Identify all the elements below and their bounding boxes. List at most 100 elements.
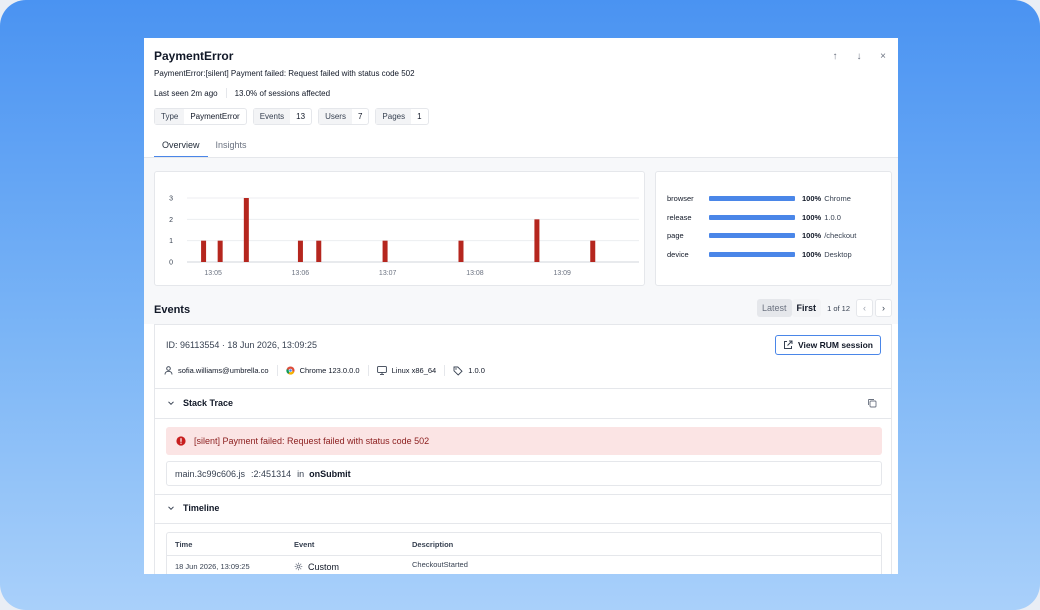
tag-percent: 100% xyxy=(802,194,822,203)
error-message-banner: [silent] Payment failed: Request failed … xyxy=(166,427,882,455)
tag-value: Chrome xyxy=(824,194,851,203)
latest-button[interactable]: Latest xyxy=(757,299,792,317)
sessions-affected: 13.0% of sessions affected xyxy=(234,88,331,98)
overview-section: 0 1 2 3 13:05 13:06 13:07 13:08 13:09 browser 10… xyxy=(144,158,898,292)
frame-location: :2:451314 xyxy=(251,468,292,479)
tab-overview[interactable]: Overview xyxy=(154,140,208,157)
tag-icon xyxy=(453,366,463,376)
chart-bar xyxy=(243,198,249,262)
context-browser: Chrome 123.0.0.0 xyxy=(285,366,360,375)
timeline-table: Time Event Description 18 Jun 2026, 13:0… xyxy=(166,532,882,574)
tag-percent: 100% xyxy=(802,250,822,259)
chart-bar xyxy=(297,240,303,262)
events-chart-card: 0 1 2 3 13:05 13:06 13:07 13:08 13:09 xyxy=(154,171,645,286)
chart-bar xyxy=(458,240,464,262)
tab-insights[interactable]: Insights xyxy=(208,140,255,157)
panel-controls: ↑ ↓ × xyxy=(830,51,888,62)
chevron-down-icon xyxy=(168,401,174,406)
prev-icon[interactable]: ‹ xyxy=(856,299,873,317)
x-tick-label: 13:08 xyxy=(466,270,484,277)
tag-key: release xyxy=(667,213,692,222)
user-icon xyxy=(164,366,173,375)
x-tick-label: 13:09 xyxy=(553,270,571,277)
chip-events: Events 13 xyxy=(252,108,313,125)
y-tick-label: 1 xyxy=(169,238,173,245)
close-icon[interactable]: × xyxy=(878,51,888,62)
chip-type: Type PaymentError xyxy=(154,108,247,125)
context-divider xyxy=(367,365,369,376)
chart-bar xyxy=(201,240,207,262)
event-pager: Latest First 1 of 12 ‹ › xyxy=(757,299,892,317)
tag-key: page xyxy=(667,231,684,240)
context-release: 1.0.0 xyxy=(453,366,485,376)
y-tick-label: 0 xyxy=(169,260,173,267)
table-row[interactable]: 18 Jun 2026, 13:09:25 Custom CheckoutSta… xyxy=(167,557,881,574)
event-id: ID: 96113554 · 18 Jun 2026, 13:09:25 xyxy=(166,340,317,350)
section-divider xyxy=(155,418,891,419)
background-frame: PaymentError PaymentError:[silent] Payme… xyxy=(0,0,1040,610)
arrow-down-icon[interactable]: ↓ xyxy=(854,51,864,62)
col-event: Event xyxy=(294,539,315,549)
tag-value: /checkout xyxy=(824,231,857,240)
alert-circle-icon xyxy=(176,436,186,446)
error-meta: Last seen 2m ago 13.0% of sessions affec… xyxy=(154,88,330,98)
row-event: Custom xyxy=(294,557,339,574)
context-os: Linux x86_64 xyxy=(376,366,436,375)
timeline-header-row: Time Event Description xyxy=(167,533,881,556)
next-icon[interactable]: › xyxy=(875,299,892,317)
chart-bar xyxy=(534,219,540,262)
error-subtitle: PaymentError:[silent] Payment failed: Re… xyxy=(154,69,415,78)
tag-bar xyxy=(709,215,795,220)
view-rum-session-label: View RUM session xyxy=(798,340,873,350)
event-context: sofia.williams@umbrella.co Chrome 123.0.… xyxy=(164,365,485,376)
col-time: Time xyxy=(175,539,193,549)
stack-frame[interactable]: main.3c99c606.js :2:451314 in onSubmit xyxy=(166,461,882,486)
event-card: ID: 96113554 · 18 Jun 2026, 13:09:25 Vie… xyxy=(154,324,892,574)
release-version: 1.0.0 xyxy=(468,366,485,375)
chip-value: 7 xyxy=(357,112,363,121)
error-detail-panel: PaymentError PaymentError:[silent] Payme… xyxy=(144,38,898,574)
stack-trace-toggle[interactable]: Stack Trace xyxy=(167,398,233,408)
context-user: sofia.williams@umbrella.co xyxy=(164,366,269,375)
events-histogram: 0 1 2 3 13:05 13:06 13:07 13:08 13:09 xyxy=(169,196,639,277)
tag-bar xyxy=(709,196,795,201)
tag-key: device xyxy=(667,250,689,259)
panel-header: PaymentError PaymentError:[silent] Payme… xyxy=(154,49,415,78)
timeline-title: Timeline xyxy=(183,503,220,513)
row-time: 18 Jun 2026, 13:09:25 xyxy=(175,562,250,571)
tag-key: browser xyxy=(667,194,694,203)
copy-icon[interactable] xyxy=(867,398,877,408)
view-rum-session-button[interactable]: View RUM session xyxy=(775,335,881,355)
error-title: PaymentError xyxy=(154,49,234,63)
y-tick-label: 3 xyxy=(169,196,173,203)
external-link-icon xyxy=(784,340,793,349)
stack-trace-title: Stack Trace xyxy=(183,398,234,408)
tag-row-release: release 100% 1.0.0 xyxy=(667,213,841,222)
frame-function: onSubmit xyxy=(309,468,351,479)
section-divider xyxy=(155,388,891,389)
events-title: Events xyxy=(154,304,191,316)
tag-percent: 100% xyxy=(802,213,822,222)
browser-version: Chrome 123.0.0.0 xyxy=(299,366,360,375)
tag-row-device: device 100% Desktop xyxy=(667,250,852,259)
context-divider xyxy=(444,365,446,376)
arrow-up-icon[interactable]: ↑ xyxy=(830,51,840,62)
chip-key: Users xyxy=(319,109,352,124)
tag-value: Desktop xyxy=(824,250,852,259)
chart-bar xyxy=(590,240,596,262)
timeline-toggle[interactable]: Timeline xyxy=(167,503,219,513)
chart-bar xyxy=(382,240,388,262)
x-tick-label: 13:07 xyxy=(379,270,397,277)
chip-users: Users 7 xyxy=(318,108,370,125)
section-divider xyxy=(155,523,891,524)
chevron-down-icon xyxy=(168,506,174,511)
events-header: Events Latest First 1 of 12 ‹ › xyxy=(144,292,898,324)
first-button[interactable]: First xyxy=(791,299,822,317)
frame-file: main.3c99c606.js xyxy=(175,468,246,479)
tab-bar: Overview Insights xyxy=(154,140,255,157)
chip-pages: Pages 1 xyxy=(375,108,429,125)
tag-percent: 100% xyxy=(802,231,822,240)
row-description: CheckoutStarted xyxy=(412,560,468,569)
tag-bar xyxy=(709,252,795,257)
chrome-icon xyxy=(285,366,295,375)
